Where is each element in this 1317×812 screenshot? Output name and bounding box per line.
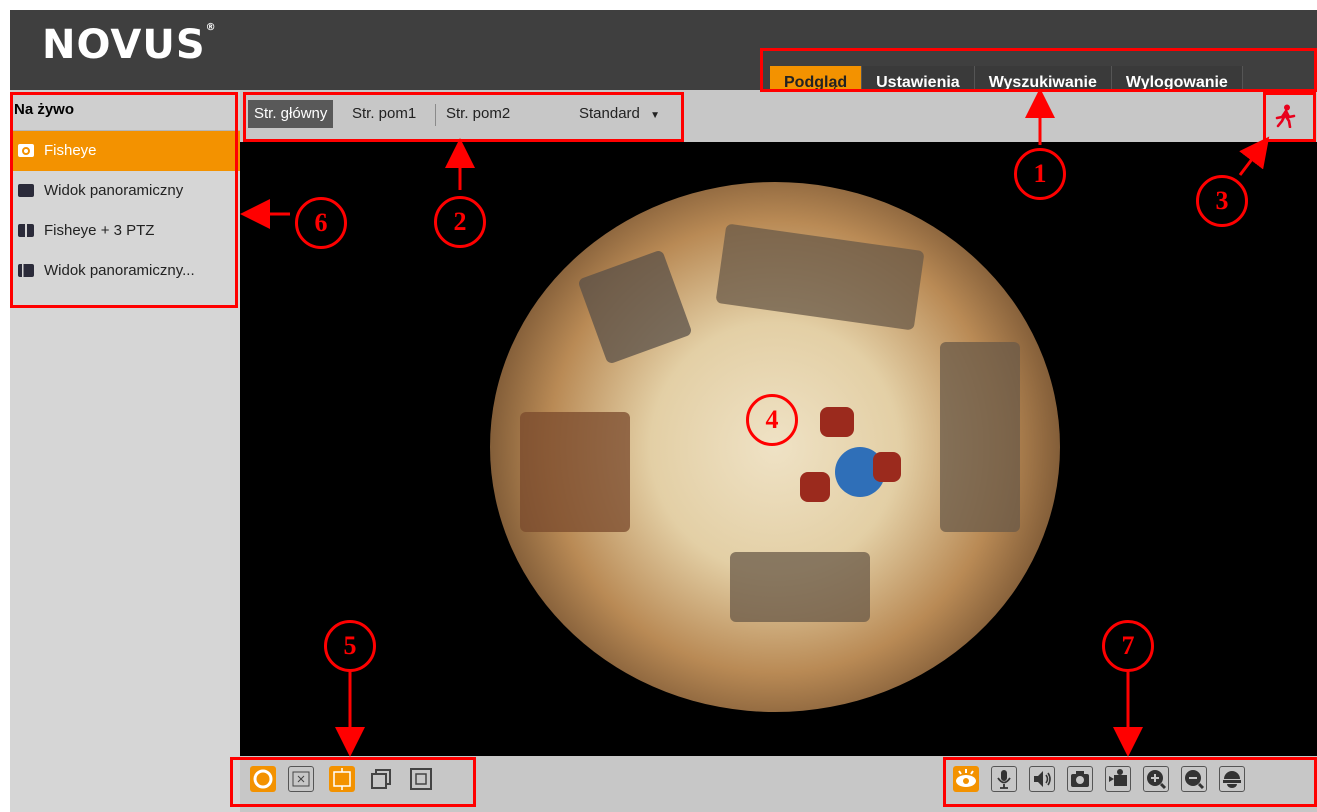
callout-1: 1 bbox=[1014, 148, 1066, 200]
callout-3: 3 bbox=[1196, 175, 1248, 227]
callout-5: 5 bbox=[324, 620, 376, 672]
callout-6: 6 bbox=[295, 197, 347, 249]
annotation-arrows bbox=[240, 88, 1270, 757]
callout-4: 4 bbox=[746, 394, 798, 446]
callout-2: 2 bbox=[434, 196, 486, 248]
callout-7: 7 bbox=[1102, 620, 1154, 672]
